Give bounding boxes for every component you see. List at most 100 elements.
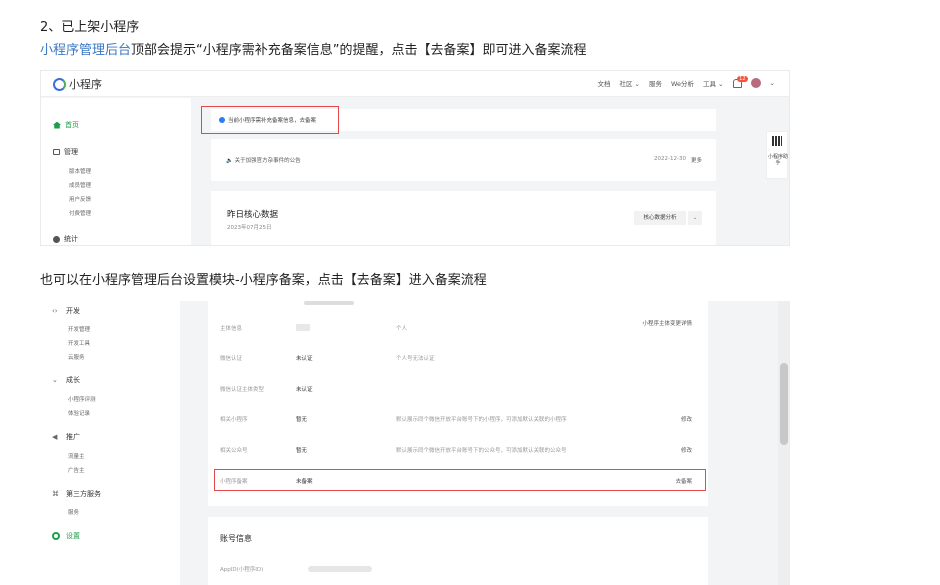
announcement-date: 2022-12-30 bbox=[654, 156, 686, 162]
nav-tools[interactable]: 工具 ⌄ bbox=[703, 78, 724, 88]
admin-backend-link[interactable]: 小程序管理后台 bbox=[40, 43, 131, 58]
sidebar-subitem-review[interactable]: 小程序评测 bbox=[68, 395, 96, 403]
row-label: 主体信息 bbox=[220, 326, 243, 332]
sidebar-subitem-payment[interactable]: 付费管理 bbox=[69, 209, 91, 217]
sidebar-item-growth[interactable]: ⌄ 成长 bbox=[52, 375, 80, 385]
settings-row: 主体信息 个人 小程序主体变更详情 bbox=[220, 318, 700, 338]
core-data-card: 昨日核心数据 2023年07月25日 核心数据分析 ⌄ bbox=[211, 191, 716, 245]
row-value: 暂无 bbox=[296, 448, 308, 454]
document: 2、已上架小程序 小程序管理后台顶部会提示“小程序需补充备案信息”的提醒，点击【… bbox=[0, 0, 940, 585]
announcement-text: 关于加强官方杂事件的公告 bbox=[234, 158, 301, 164]
home-icon bbox=[53, 121, 61, 129]
sidebar-item-label: 统计 bbox=[64, 235, 78, 243]
account-info-card: 账号信息 AppID(小程序ID) bbox=[208, 517, 708, 585]
sidebar-item-label: 成长 bbox=[66, 376, 80, 384]
sidebar-subitem-traffic[interactable]: 流量主 bbox=[68, 452, 85, 460]
sidebar-subitem-version[interactable]: 版本管理 bbox=[69, 167, 91, 175]
row-value: 暂无 bbox=[296, 417, 308, 423]
sidebar-subitem-experience[interactable]: 体验记录 bbox=[68, 409, 90, 417]
row-action-link[interactable]: 修改 bbox=[681, 446, 692, 454]
sidebar-item-label: 推广 bbox=[66, 433, 80, 441]
paragraph-alternative: 也可以在小程序管理后台设置模块-小程序备案，点击【去备案】进入备案流程 bbox=[40, 273, 487, 288]
sidebar: 首页 管理 版本管理 成员管理 用户反馈 付费管理 统计 bbox=[41, 98, 191, 245]
nav-docs[interactable]: 文档 bbox=[597, 78, 610, 88]
sidebar: ‹› 开发 开发管理 开发工具 云服务 ⌄ 成长 小程序评测 体验记录 ◀ 推广… bbox=[40, 301, 180, 585]
settings-row: 相关公众号 暂无 默认展示同个微信开放平台账号下的公众号，可添加默认关联的公众号… bbox=[220, 440, 700, 460]
step-title: 2、已上架小程序 bbox=[40, 20, 140, 35]
chevron-down-icon[interactable]: ⌄ bbox=[770, 79, 775, 87]
row-label: 微信认证主体类型 bbox=[220, 387, 265, 393]
sidebar-item-dev[interactable]: ‹› 开发 bbox=[52, 306, 80, 316]
manage-icon bbox=[53, 149, 60, 155]
sidebar-item-settings[interactable]: 设置 bbox=[52, 531, 80, 541]
announcement[interactable]: 🔈 关于加强官方杂事件的公告 bbox=[226, 156, 301, 164]
redacted-text bbox=[304, 301, 354, 305]
settings-row: 相关小程序 暂无 默认展示同个微信开放平台账号下的小程序，可添加默认关联的小程序… bbox=[220, 409, 700, 429]
sidebar-subitem-cloud[interactable]: 云服务 bbox=[68, 353, 85, 361]
core-data-date: 2023年07月25日 bbox=[227, 225, 272, 231]
miniprogram-logo-icon bbox=[53, 77, 66, 91]
sidebar-item-home[interactable]: 首页 bbox=[53, 120, 79, 130]
announcement-card: 🔈 关于加强官方杂事件的公告 2022-12-30 更多 bbox=[211, 139, 716, 181]
nav-community[interactable]: 社区 ⌄ bbox=[619, 78, 640, 88]
nav-analytics[interactable]: We分析 bbox=[671, 78, 694, 88]
screenshot-home: 小程序 文档 社区 ⌄ 服务 We分析 工具 ⌄ 12 ⌄ 首页 管理 版本管理… bbox=[40, 70, 790, 246]
qr-code-icon bbox=[772, 136, 782, 146]
chart-pie-icon bbox=[53, 235, 60, 243]
row-action-link[interactable]: 小程序主体变更详情 bbox=[640, 321, 692, 328]
sidebar-subitem-feedback[interactable]: 用户反馈 bbox=[69, 195, 91, 203]
redacted-text bbox=[308, 566, 372, 572]
sidebar-item-manage[interactable]: 管理 bbox=[53, 147, 78, 157]
sidebar-subitem-advertiser[interactable]: 广告主 bbox=[68, 466, 85, 474]
screenshot-settings: ‹› 开发 开发管理 开发工具 云服务 ⌄ 成长 小程序评测 体验记录 ◀ 推广… bbox=[40, 301, 790, 585]
avatar[interactable] bbox=[750, 78, 761, 88]
sidebar-item-third-party[interactable]: ⌘ 第三方服务 bbox=[52, 489, 101, 499]
scrollbar-thumb[interactable] bbox=[780, 363, 788, 445]
announcement-more-link[interactable]: 更多 bbox=[691, 156, 702, 164]
step-description-text: 顶部会提示“小程序需补充备案信息”的提醒，点击【去备案】即可进入备案流程 bbox=[131, 43, 587, 58]
sidebar-subitem-service[interactable]: 服务 bbox=[68, 508, 79, 516]
redacted-text bbox=[296, 324, 310, 331]
sidebar-item-promo[interactable]: ◀ 推广 bbox=[52, 432, 80, 442]
code-icon: ‹› bbox=[52, 306, 58, 315]
highlight-box bbox=[214, 469, 706, 491]
growth-icon: ⌄ bbox=[52, 375, 58, 384]
settings-row: 微信认证主体类型 未认证 bbox=[220, 379, 700, 399]
row-value: 未认证 bbox=[296, 387, 313, 393]
sidebar-subitem-dev-tools[interactable]: 开发工具 bbox=[68, 339, 90, 347]
core-analysis-button[interactable]: 核心数据分析 bbox=[634, 211, 686, 225]
assistant-card[interactable]: 小程序助手 bbox=[766, 131, 788, 179]
sidebar-subitem-members[interactable]: 成员管理 bbox=[69, 181, 91, 189]
assistant-label: 小程序助手 bbox=[768, 154, 789, 166]
top-bar: 小程序 文档 社区 ⌄ 服务 We分析 工具 ⌄ 12 ⌄ bbox=[41, 71, 789, 97]
row-action-link[interactable]: 修改 bbox=[681, 415, 692, 423]
megaphone-icon: ◀ bbox=[52, 432, 58, 441]
settings-row: 微信认证 未认证 个人号无法认证 bbox=[220, 348, 700, 368]
notification-badge: 12 bbox=[737, 75, 748, 82]
row-desc: 默认展示同个微信开放平台账号下的公众号，可添加默认关联的公众号 bbox=[396, 448, 567, 454]
step-description: 小程序管理后台顶部会提示“小程序需补充备案信息”的提醒，点击【去备案】即可进入备… bbox=[40, 39, 587, 58]
top-nav: 文档 社区 ⌄ 服务 We分析 工具 ⌄ 12 ⌄ bbox=[597, 75, 775, 88]
nav-community-label: 社区 bbox=[619, 80, 633, 88]
app-title: 小程序 bbox=[69, 78, 102, 91]
sidebar-item-label: 第三方服务 bbox=[66, 490, 101, 498]
sidebar-item-label: 设置 bbox=[66, 532, 80, 540]
row-label: 相关公众号 bbox=[220, 448, 248, 454]
sidebar-item-stats[interactable]: 统计 bbox=[53, 234, 78, 244]
app-logo[interactable]: 小程序 bbox=[53, 76, 102, 92]
bell-icon[interactable]: 12 bbox=[732, 75, 748, 88]
nav-services[interactable]: 服务 bbox=[649, 78, 662, 88]
sidebar-item-label: 开发 bbox=[66, 307, 80, 315]
sidebar-item-label: 首页 bbox=[65, 121, 79, 129]
highlight-box bbox=[201, 106, 339, 134]
chevron-down-icon[interactable]: ⌄ bbox=[688, 211, 702, 225]
account-info-title: 账号信息 bbox=[220, 534, 252, 543]
row-desc: 个人号无法认证 bbox=[396, 356, 435, 362]
scrollbar[interactable] bbox=[778, 301, 790, 585]
row-value: 未认证 bbox=[296, 356, 313, 362]
sidebar-subitem-dev-manage[interactable]: 开发管理 bbox=[68, 325, 90, 333]
appid-label: AppID(小程序ID) bbox=[220, 567, 264, 573]
sidebar-item-label: 管理 bbox=[64, 148, 78, 156]
row-label: 相关小程序 bbox=[220, 417, 248, 423]
row-desc: 个人 bbox=[396, 326, 408, 332]
